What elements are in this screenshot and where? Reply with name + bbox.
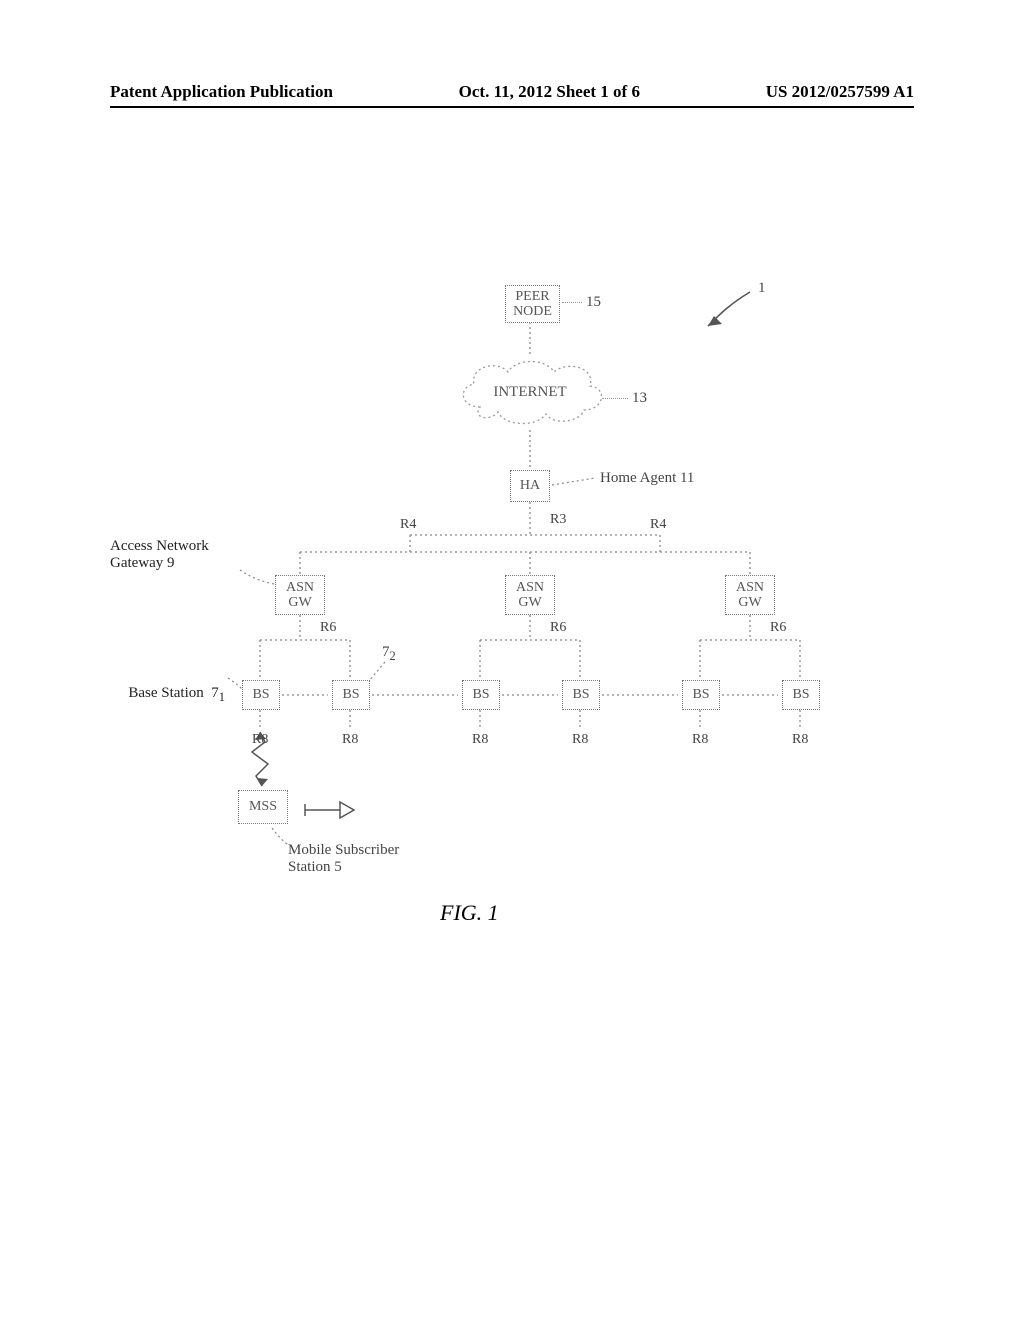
internet-text: INTERNET — [493, 384, 566, 401]
bs-text-4: BS — [572, 687, 589, 702]
bs-text-1: BS — [252, 687, 269, 702]
bs-box-5: BS — [682, 680, 720, 710]
diagram: 1 PEER NODE 15 INTERNET 13 HA Home Agent… — [110, 280, 910, 920]
asn-gw-side-label: Access Network Gateway 9 — [110, 538, 240, 572]
ref-13: 13 — [632, 390, 647, 407]
ha-label: Home Agent 11 — [600, 470, 694, 487]
bs-side-text: Base Station — [128, 685, 203, 701]
ha-text: HA — [520, 478, 540, 493]
asn-gw-box-1: ASN GW — [275, 575, 325, 615]
asn-gw-text-3: ASN GW — [736, 580, 764, 611]
bs-box-3: BS — [462, 680, 500, 710]
asn-gw-text-2: ASN GW — [516, 580, 544, 611]
r4-left-label: R4 — [400, 517, 416, 533]
ref-leader-13 — [602, 398, 628, 399]
mss-box: MSS — [238, 790, 288, 824]
r6-label-2: R6 — [550, 620, 566, 636]
bs-text-3: BS — [472, 687, 489, 702]
r6-label-1: R6 — [320, 620, 336, 636]
peer-node-text: PEER NODE — [513, 289, 552, 320]
header-right: US 2012/0257599 A1 — [766, 82, 914, 102]
peer-node-box: PEER NODE — [505, 285, 560, 323]
ref-7-1-sub: 1 — [219, 690, 225, 704]
ref-15: 15 — [586, 294, 601, 311]
ref-7-2-num: 7 — [382, 644, 390, 660]
r8-label-2: R8 — [342, 732, 358, 748]
r8-label-3: R8 — [472, 732, 488, 748]
ref-diagram-1: 1 — [758, 280, 766, 297]
ref-7-2: 72 — [382, 644, 396, 664]
r6-label-3: R6 — [770, 620, 786, 636]
bs-text-5: BS — [692, 687, 709, 702]
ref-leader-15 — [562, 302, 582, 303]
asn-gw-box-2: ASN GW — [505, 575, 555, 615]
asn-gw-box-3: ASN GW — [725, 575, 775, 615]
r8-label-6: R8 — [792, 732, 808, 748]
bs-box-6: BS — [782, 680, 820, 710]
header-center: Oct. 11, 2012 Sheet 1 of 6 — [459, 82, 640, 102]
r8-label-5: R8 — [692, 732, 708, 748]
r8-label-1: R8 — [252, 732, 268, 748]
ref-7-1-num: 7 — [211, 685, 219, 701]
bs-box-1: BS — [242, 680, 280, 710]
figure-caption: FIG. 1 — [440, 900, 499, 926]
bs-box-4: BS — [562, 680, 600, 710]
r3-label: R3 — [550, 512, 566, 528]
r8-label-4: R8 — [572, 732, 588, 748]
page-header: Patent Application Publication Oct. 11, … — [110, 82, 914, 108]
internet-cloud: INTERNET — [450, 352, 610, 432]
bs-text-6: BS — [792, 687, 809, 702]
header-left: Patent Application Publication — [110, 82, 333, 102]
asn-gw-text-1: ASN GW — [286, 580, 314, 611]
r4-right-label: R4 — [650, 517, 666, 533]
home-agent-box: HA — [510, 470, 550, 502]
bs-text-2: BS — [342, 687, 359, 702]
bs-side-label: Base Station 71 — [100, 685, 225, 705]
ref-7-2-sub: 2 — [390, 649, 396, 663]
bs-box-2: BS — [332, 680, 370, 710]
mss-label: Mobile Subscriber Station 5 — [288, 842, 399, 876]
mss-text: MSS — [249, 799, 277, 814]
